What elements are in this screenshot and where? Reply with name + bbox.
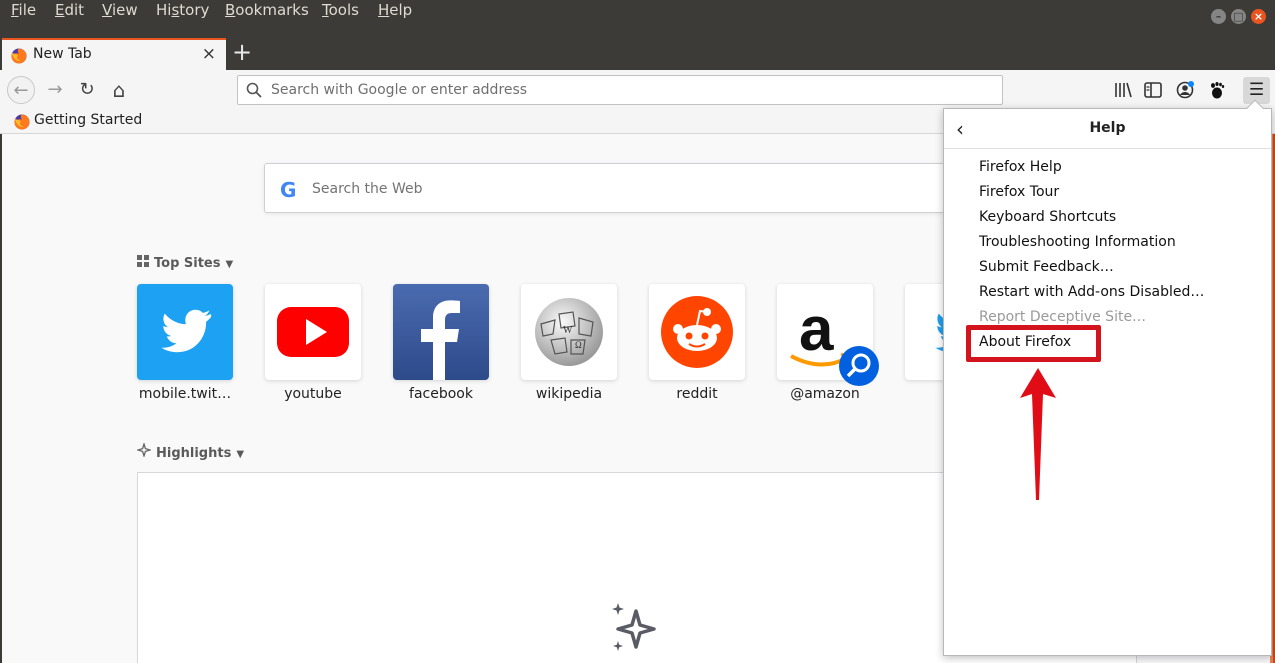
- tab-new-tab[interactable]: New Tab ×: [2, 38, 226, 70]
- web-search-input[interactable]: [312, 178, 912, 200]
- menu-history[interactable]: History: [156, 1, 209, 19]
- menu-file-rest: ile: [18, 1, 37, 19]
- navigation-toolbar: ← → ↻ ⌂ ☰: [0, 70, 1275, 110]
- tab-close-icon[interactable]: ×: [202, 44, 216, 64]
- menu-tools-rest: ools: [328, 1, 359, 19]
- menu-help-rest: elp: [389, 1, 413, 19]
- help-item-submit-feedback[interactable]: Submit Feedback…: [979, 259, 1114, 275]
- account-icon[interactable]: [1174, 79, 1196, 101]
- top-site-label: youtube: [284, 386, 342, 402]
- window-close-button[interactable]: ×: [1251, 9, 1266, 24]
- menu-help[interactable]: Help: [378, 1, 412, 19]
- help-item-keyboard-shortcuts[interactable]: Keyboard Shortcuts: [979, 209, 1116, 225]
- reload-button[interactable]: ↻: [73, 76, 101, 104]
- menu-history-pre: Hi: [156, 1, 172, 19]
- help-item-report-deceptive-site: Report Deceptive Site…: [979, 309, 1147, 325]
- address-input[interactable]: [271, 80, 971, 100]
- library-icon[interactable]: [1112, 79, 1134, 101]
- chevron-left-icon[interactable]: ‹: [956, 117, 964, 141]
- google-icon: G: [280, 178, 297, 202]
- menu-file[interactable]: File: [11, 1, 36, 19]
- tab-strip: New Tab × +: [0, 36, 1275, 70]
- help-item-firefox-tour[interactable]: Firefox Tour: [979, 184, 1059, 200]
- top-site-label: mobile.twit…: [138, 386, 232, 402]
- top-site-reddit[interactable]: reddit: [649, 284, 745, 402]
- bookmark-label: Getting Started: [34, 112, 143, 128]
- maximize-button[interactable]: □: [1231, 9, 1246, 24]
- firefox-icon: [11, 48, 27, 64]
- help-item-firefox-help[interactable]: Firefox Help: [979, 159, 1062, 175]
- youtube-icon: [265, 284, 361, 380]
- menu-view-rest: iew: [111, 1, 138, 19]
- menu-edit-rest: dit: [64, 1, 85, 19]
- top-site-label: facebook: [409, 386, 473, 402]
- gnome-icon[interactable]: [1206, 79, 1228, 101]
- top-site-amazon[interactable]: a @amazon: [777, 284, 879, 402]
- firefox-icon: [14, 114, 30, 130]
- panel-title: Help: [1089, 120, 1126, 136]
- sidebar-icon[interactable]: [1142, 79, 1164, 101]
- chevron-down-icon: ▼: [225, 259, 234, 270]
- highlights-header[interactable]: Highlights ▼: [135, 441, 245, 461]
- highlights-label: Highlights: [156, 446, 232, 461]
- help-item-restart-addons-disabled[interactable]: Restart with Add-ons Disabled…: [979, 284, 1204, 300]
- chevron-down-icon: ▼: [236, 449, 245, 460]
- sparkle-icon: [612, 603, 656, 651]
- top-site-label: reddit: [676, 386, 718, 402]
- menu-bookmarks-rest: ookmarks: [235, 1, 309, 19]
- sparkle-icon: [135, 441, 153, 461]
- open-menu-button[interactable]: ☰: [1243, 77, 1270, 104]
- svg-text:a: a: [799, 295, 834, 364]
- tab-title: New Tab: [33, 46, 92, 62]
- annotation-arrow-icon: [1020, 368, 1056, 500]
- twitter-icon: [137, 284, 233, 380]
- top-site-youtube[interactable]: youtube: [265, 284, 361, 402]
- minimize-button[interactable]: –: [1211, 9, 1226, 24]
- home-button[interactable]: ⌂: [105, 76, 133, 104]
- annotation-highlight-box: [966, 325, 1101, 362]
- top-site-wikipedia[interactable]: W Ω wikipedia: [521, 284, 617, 402]
- web-search-box[interactable]: G: [264, 163, 964, 213]
- top-site-label: wikipedia: [535, 386, 603, 402]
- svg-text:Ω: Ω: [575, 340, 582, 350]
- panel-header: Help ‹: [944, 109, 1271, 149]
- reddit-icon: [649, 284, 745, 380]
- top-site-twitter[interactable]: mobile.twit…: [137, 284, 233, 402]
- top-sites-label: Top Sites: [154, 256, 221, 271]
- menu-history-rest: tory: [179, 1, 210, 19]
- amazon-icon: a: [777, 284, 879, 386]
- new-tab-button[interactable]: +: [232, 39, 252, 65]
- grid-icon: [137, 255, 149, 271]
- menu-bookmarks[interactable]: Bookmarks: [225, 1, 309, 19]
- top-sites-header[interactable]: Top Sites ▼: [137, 255, 233, 271]
- facebook-icon: [393, 284, 489, 380]
- back-button[interactable]: ←: [7, 76, 35, 104]
- menu-edit[interactable]: Edit: [55, 1, 84, 19]
- forward-button[interactable]: →: [41, 76, 69, 104]
- help-item-troubleshooting[interactable]: Troubleshooting Information: [979, 234, 1176, 250]
- address-bar[interactable]: [237, 75, 1003, 105]
- menu-tools[interactable]: Tools: [322, 1, 359, 19]
- menu-view[interactable]: View: [102, 1, 138, 19]
- top-site-label: @amazon: [790, 386, 860, 402]
- menu-bar: File Edit View History Bookmarks Tools H…: [0, 0, 1275, 38]
- svg-text:W: W: [563, 325, 573, 336]
- help-menu-panel: Help ‹ Firefox Help Firefox Tour Keyboar…: [943, 99, 1272, 656]
- top-site-facebook[interactable]: facebook: [393, 284, 489, 402]
- search-icon: [246, 82, 262, 98]
- wikipedia-icon: W Ω: [521, 284, 617, 380]
